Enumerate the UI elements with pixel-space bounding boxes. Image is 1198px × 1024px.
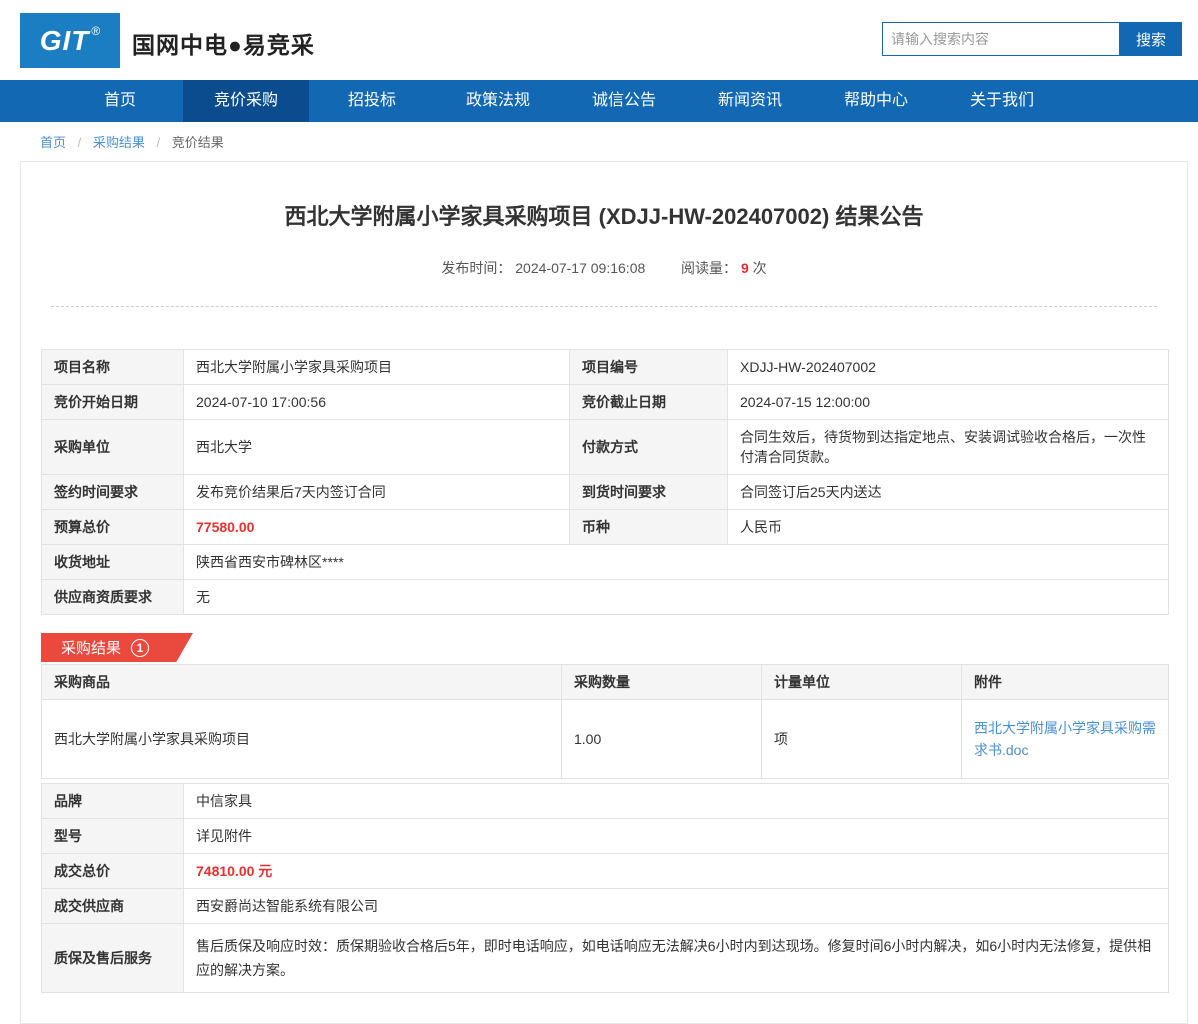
search-button[interactable]: 搜索 [1120,22,1182,56]
column-header: 计量单位 [762,665,962,700]
field-value: 合同生效后，待货物到达指定地点、安装调试验收合格后，一次性付清合同货款。 [728,420,1169,475]
product-name-cell: 西北大学附属小学家具采购项目 [42,700,562,779]
table-row: 采购单位 西北大学 付款方式 合同生效后，待货物到达指定地点、安装调试验收合格后… [42,420,1169,475]
site-name: 国网中电●易竞采 [132,26,315,60]
field-value: 发布竞价结果后7天内签订合同 [184,475,570,510]
field-label: 竞价截止日期 [570,385,728,420]
brand-value: 中信家具 [184,784,1169,819]
budget-total-value: 77580.00 [184,510,570,545]
deal-detail-table: 品牌 中信家具 型号 详见附件 成交总价 74810.00 元 成交供应商 西安… [41,783,1169,993]
page: GIT ® 国网中电●易竞采 搜索 首页 竞价采购 招投标 政策法规 诚信公告 … [0,0,1198,1024]
field-label: 品牌 [42,784,184,819]
top-header: GIT ® 国网中电●易竞采 搜索 [0,0,1198,80]
table-row: 西北大学附属小学家具采购项目 1.00 项 西北大学附属小学家具采购需求书.do… [42,700,1169,779]
table-row: 收货地址 陕西省西安市碑林区**** [42,545,1169,580]
deal-total-price-value: 74810.00 元 [184,854,1169,889]
badge-label: 采购结果 [61,637,121,658]
table-row: 项目名称 西北大学附属小学家具采购项目 项目编号 XDJJ-HW-2024070… [42,350,1169,385]
announcement-card: 西北大学附属小学家具采购项目 (XDJJ-HW-202407002) 结果公告 … [20,161,1188,1024]
supplier-value: 西安爵尚达智能系统有限公司 [184,889,1169,924]
table-row: 竞价开始日期 2024-07-10 17:00:56 竞价截止日期 2024-0… [42,385,1169,420]
table-row: 质保及售后服务 售后质保及响应时效：质保期验收合格后5年，即时电话响应，如电话响… [42,924,1169,993]
main-nav: 首页 竞价采购 招投标 政策法规 诚信公告 新闻资讯 帮助中心 关于我们 [0,80,1198,122]
field-label: 成交总价 [42,854,184,889]
column-header: 采购数量 [562,665,762,700]
field-value: 西北大学附属小学家具采购项目 [184,350,570,385]
nav-item-news[interactable]: 新闻资讯 [687,80,813,122]
field-label: 供应商资质要求 [42,580,184,615]
purchase-result-badge: 采购结果 1 [41,633,193,662]
table-row: 型号 详见附件 [42,819,1169,854]
field-value: 2024-07-10 17:00:56 [184,385,570,420]
field-label: 项目名称 [42,350,184,385]
table-row: 成交供应商 西安爵尚达智能系统有限公司 [42,889,1169,924]
publish-time-label: 发布时间： [441,260,511,276]
table-row: 成交总价 74810.00 元 [42,854,1169,889]
article-meta: 发布时间： 2024-07-17 09:16:08 阅读量： 9 次 [51,258,1157,307]
field-value: 合同签订后25天内送达 [728,475,1169,510]
breadcrumb-separator: / [78,135,82,150]
breadcrumb-current: 竞价结果 [172,135,224,150]
project-info-table: 项目名称 西北大学附属小学家具采购项目 项目编号 XDJJ-HW-2024070… [41,349,1169,615]
site-logo[interactable]: GIT ® [20,13,120,68]
page-title: 西北大学附属小学家具采购项目 (XDJJ-HW-202407002) 结果公告 [51,202,1157,232]
column-header: 附件 [962,665,1169,700]
views-count: 9 [741,260,749,276]
table-row: 品牌 中信家具 [42,784,1169,819]
field-label: 采购单位 [42,420,184,475]
column-header: 采购商品 [42,665,562,700]
field-value: 2024-07-15 12:00:00 [728,385,1169,420]
nav-item-home[interactable]: 首页 [57,80,183,122]
field-label: 收货地址 [42,545,184,580]
table-row: 供应商资质要求 无 [42,580,1169,615]
field-label: 项目编号 [570,350,728,385]
quantity-cell: 1.00 [562,700,762,779]
field-value: 陕西省西安市碑林区**** [184,545,1169,580]
search-input[interactable] [882,22,1120,56]
field-value: 无 [184,580,1169,615]
purchase-result-table: 采购商品 采购数量 计量单位 附件 西北大学附属小学家具采购项目 1.00 项 … [41,664,1169,779]
field-value: 西北大学 [184,420,570,475]
publish-time-value: 2024-07-17 09:16:08 [515,260,645,276]
field-label: 付款方式 [570,420,728,475]
nav-item-integrity-notice[interactable]: 诚信公告 [561,80,687,122]
unit-cell: 项 [762,700,962,779]
views-unit: 次 [753,260,767,276]
nav-item-policies[interactable]: 政策法规 [435,80,561,122]
article-head: 西北大学附属小学家具采购项目 (XDJJ-HW-202407002) 结果公告 … [21,162,1187,307]
breadcrumb: 首页 / 采购结果 / 竞价结果 [0,122,1198,161]
field-label: 竞价开始日期 [42,385,184,420]
field-label: 型号 [42,819,184,854]
attachment-cell: 西北大学附属小学家具采购需求书.doc [962,700,1169,779]
registered-trademark-icon: ® [91,24,100,38]
field-label: 质保及售后服务 [42,924,184,993]
breadcrumb-purchase-results-link[interactable]: 采购结果 [93,135,145,150]
badge-number-icon: 1 [131,639,149,657]
table-row: 签约时间要求 发布竞价结果后7天内签订合同 到货时间要求 合同签订后25天内送达 [42,475,1169,510]
field-label: 签约时间要求 [42,475,184,510]
table-row: 预算总价 77580.00 币种 人民币 [42,510,1169,545]
nav-item-about-us[interactable]: 关于我们 [939,80,1065,122]
model-value: 详见附件 [184,819,1169,854]
nav-item-tendering[interactable]: 招投标 [309,80,435,122]
field-value: 人民币 [728,510,1169,545]
breadcrumb-separator: / [157,135,161,150]
table-header-row: 采购商品 采购数量 计量单位 附件 [42,665,1169,700]
logo-text: GIT [40,25,90,57]
field-value: XDJJ-HW-202407002 [728,350,1169,385]
nav-item-bidding-purchase[interactable]: 竞价采购 [183,80,309,122]
field-label: 成交供应商 [42,889,184,924]
breadcrumb-home-link[interactable]: 首页 [40,135,66,150]
search-bar: 搜索 [882,22,1182,56]
field-label: 预算总价 [42,510,184,545]
field-label: 币种 [570,510,728,545]
warranty-service-value: 售后质保及响应时效：质保期验收合格后5年，即时电话响应，如电话响应无法解决6小时… [184,924,1169,993]
nav-item-help-center[interactable]: 帮助中心 [813,80,939,122]
field-label: 到货时间要求 [570,475,728,510]
attachment-link[interactable]: 西北大学附属小学家具采购需求书.doc [974,717,1156,761]
views-label: 阅读量： [681,260,737,276]
